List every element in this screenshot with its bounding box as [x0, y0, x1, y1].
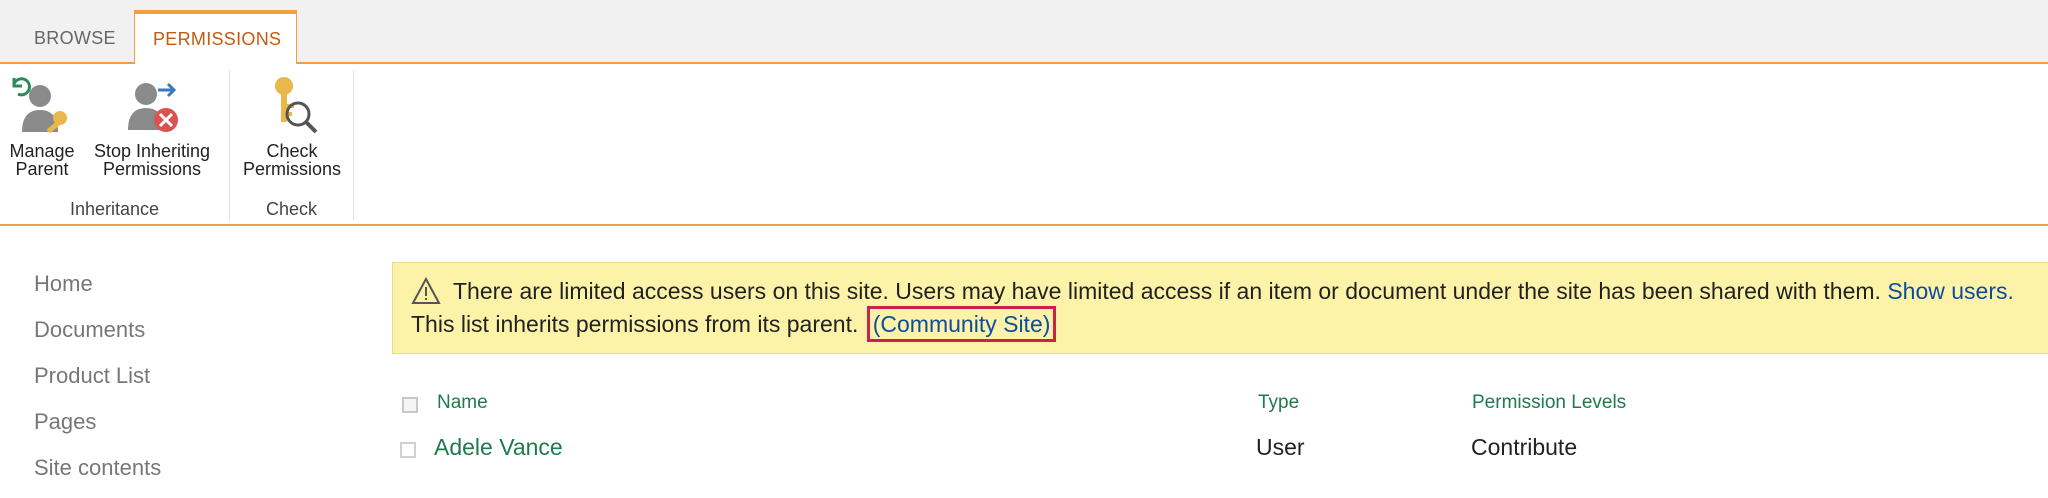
stop-inheriting-permissions-button[interactable]: Stop Inheriting Permissions	[84, 70, 220, 178]
row-checkbox[interactable]	[400, 442, 416, 458]
group-label-inheritance: Inheritance	[69, 199, 160, 219]
ribbon-group-check: Check Permissions Check	[230, 70, 354, 220]
ribbon: Manage Parent Stop Inheriting Permission…	[0, 64, 2048, 226]
stop-inheriting-label-1: Stop Inheriting	[93, 141, 211, 161]
ribbon-group-inheritance: Manage Parent Stop Inheriting Permission…	[0, 70, 230, 220]
warning-text: There are limited access users on this s…	[453, 278, 1881, 304]
stop-inheriting-label-2: Permissions	[102, 159, 202, 179]
show-users-link[interactable]: Show users.	[1887, 278, 2014, 304]
select-all-checkbox[interactable]	[402, 397, 418, 413]
check-permissions-icon	[275, 77, 318, 134]
row-name-link[interactable]: Adele Vance	[434, 434, 563, 461]
nav-item-product-list[interactable]: Product List	[34, 360, 161, 406]
manage-parent-button[interactable]: Manage Parent	[4, 70, 80, 178]
nav-item-pages[interactable]: Pages	[34, 406, 161, 452]
check-permissions-button[interactable]: Check Permissions	[238, 70, 346, 178]
nav-item-site-contents[interactable]: Site contents	[34, 452, 161, 498]
warning-icon	[411, 277, 441, 304]
check-permissions-label-1: Check	[266, 141, 318, 161]
column-header-permission-levels[interactable]: Permission Levels	[1472, 392, 1626, 414]
left-navigation: Home Documents Product List Pages Site c…	[34, 268, 161, 498]
nav-item-documents[interactable]: Documents	[34, 314, 161, 360]
group-label-check: Check	[265, 199, 318, 219]
inherits-text: This list inherits permissions from its …	[411, 311, 859, 337]
limited-access-warning-bar: There are limited access users on this s…	[392, 262, 2048, 354]
warning-line-1: There are limited access users on this s…	[411, 277, 2014, 305]
manage-parent-label-1: Manage	[9, 141, 75, 161]
manage-parent-label-2: Parent	[15, 159, 69, 179]
parent-site-link[interactable]: (Community Site)	[866, 306, 1057, 342]
tab-browse[interactable]: BROWSE	[16, 12, 134, 62]
row-permission-level: Contribute	[1471, 434, 1578, 460]
column-header-name[interactable]: Name	[437, 392, 488, 414]
warning-line-2: This list inherits permissions from its …	[411, 306, 1057, 342]
check-permissions-label-2: Permissions	[242, 159, 342, 179]
column-header-type[interactable]: Type	[1258, 392, 1299, 414]
row-type: User	[1256, 434, 1305, 460]
manage-parent-icon	[12, 77, 67, 134]
ribbon-tab-strip: BROWSE PERMISSIONS	[0, 0, 2048, 64]
stop-inheriting-icon	[128, 82, 178, 132]
nav-item-home[interactable]: Home	[34, 268, 161, 314]
tab-permissions[interactable]: PERMISSIONS	[134, 10, 297, 64]
